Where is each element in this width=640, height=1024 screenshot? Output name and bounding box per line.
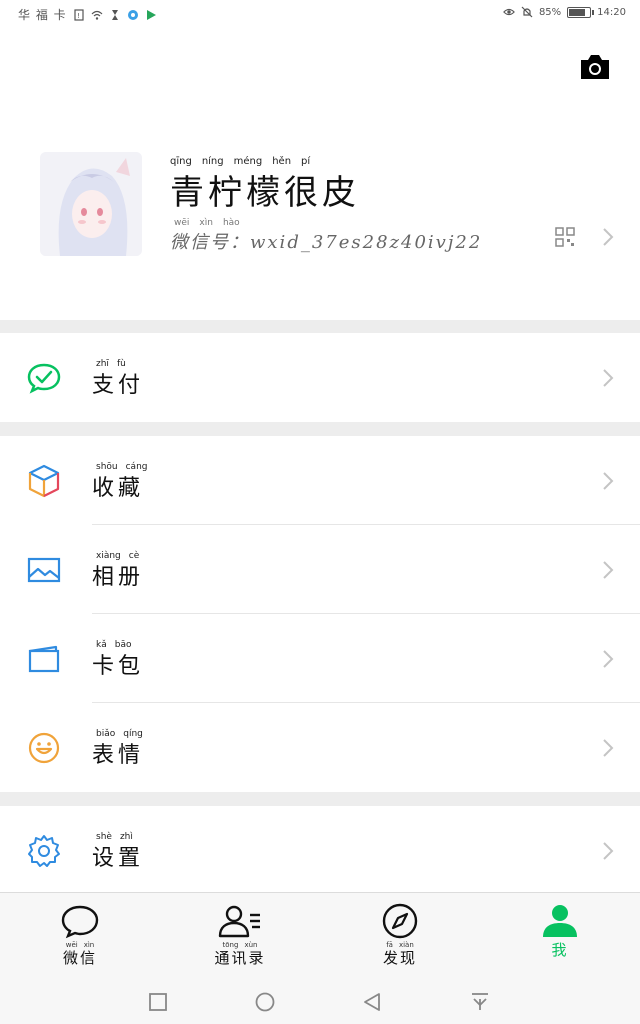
smiley-icon: [28, 732, 60, 764]
menu-label-favorites: shōu cáng 收藏: [92, 462, 148, 502]
menu-item-pay[interactable]: zhī fù 支付: [0, 333, 640, 422]
wechat-id-value: ：wxid_37es28z40ivj22: [230, 232, 483, 253]
app-notify-icon: [127, 9, 138, 20]
pinyin: hào: [222, 218, 240, 228]
section-divider: [0, 320, 640, 333]
menu-text: 卡包: [92, 654, 145, 679]
eye-icon: [503, 8, 515, 16]
person-icon: [543, 905, 577, 937]
tab-label: 微信: [62, 949, 97, 967]
cube-icon: [28, 464, 60, 498]
status-right: 85% 14:20: [503, 6, 626, 18]
clock: 14:20: [597, 6, 626, 18]
nickname: 青柠檬很皮: [170, 173, 360, 213]
chat-bubble-icon: [61, 905, 99, 939]
status-bar: 华 福 卡 ! 85% 14:20: [0, 0, 640, 30]
avatar-illustration: [40, 152, 142, 256]
menu-label-settings: shè zhì 设置: [92, 832, 144, 872]
menu-text: 支付: [92, 373, 145, 398]
menu-label-album: xiàng cè 相册: [92, 551, 144, 591]
pinyin: wēi: [174, 218, 190, 228]
wechat-id-label: 微信号: [170, 232, 230, 253]
menu-item-stickers[interactable]: biǎo qíng 表情: [0, 703, 640, 792]
battery-percent: 85%: [538, 6, 562, 18]
wifi-icon: [91, 10, 103, 20]
menu-item-favorites[interactable]: shōu cáng 收藏: [0, 436, 640, 525]
hourglass-icon: [111, 9, 118, 20]
menu-text: 表情: [92, 743, 145, 768]
svg-text:!: !: [77, 12, 81, 20]
gear-icon: [28, 835, 60, 867]
nickname-block: qīng níng méng hěn pí 青柠檬很皮: [170, 156, 360, 214]
chevron-right-icon: [603, 561, 614, 579]
play-store-icon: [146, 9, 156, 20]
tab-bar: wēi xìn 微信 tōng xùn 通讯录 fā xiàn 发现 我: [0, 892, 640, 973]
wechat-pay-icon: [27, 363, 61, 394]
menu-item-cards[interactable]: kǎ bāo 卡包: [0, 614, 640, 703]
tab-chats[interactable]: wēi xìn 微信: [40, 903, 120, 968]
home-icon[interactable]: [255, 992, 275, 1012]
tab-label: 发现: [382, 949, 417, 967]
menu-item-settings[interactable]: shè zhì 设置: [0, 806, 640, 892]
qr-code-icon[interactable]: [555, 227, 575, 247]
wallet-icon: [28, 645, 60, 673]
wechat-id-block[interactable]: wēi xìn hào 微信号：wxid_37es28z40ivj22: [170, 218, 482, 254]
system-nav-bar: [0, 972, 640, 1024]
chevron-right-icon: [603, 650, 614, 668]
chevron-right-icon: [603, 842, 614, 860]
menu-label-stickers: biǎo qíng 表情: [92, 729, 144, 769]
compass-icon: [382, 903, 418, 939]
pinyin: xìn: [199, 218, 213, 228]
status-left: 华 福 卡 !: [18, 6, 157, 23]
tab-discover[interactable]: fā xiàn 发现: [360, 903, 440, 968]
tab-label: 我: [551, 941, 569, 959]
back-icon[interactable]: [363, 993, 381, 1011]
image-icon: [27, 557, 61, 583]
camera-icon[interactable]: [578, 52, 612, 82]
carrier-text: 华 福 卡: [18, 8, 67, 22]
chevron-right-icon: [603, 739, 614, 757]
contacts-icon: [218, 905, 260, 938]
chevron-right-icon: [603, 472, 614, 490]
avatar[interactable]: [40, 152, 142, 256]
tab-contacts[interactable]: tōng xùn 通讯录: [200, 903, 280, 968]
section-divider: [0, 792, 640, 806]
menu-label-cards: kǎ bāo 卡包: [92, 640, 144, 680]
wechat-id-pinyin: wēi xìn hào: [174, 218, 482, 228]
tab-label: 通讯录: [214, 949, 266, 967]
tab-me[interactable]: 我: [520, 903, 600, 960]
sim-icon: !: [74, 8, 84, 21]
menu-text: 相册: [92, 565, 145, 590]
notification-pull-icon[interactable]: [471, 992, 489, 1012]
recents-icon[interactable]: [149, 993, 167, 1011]
profile-chevron-icon[interactable]: [602, 227, 614, 247]
chevron-right-icon: [603, 369, 614, 387]
menu-text: 收藏: [92, 476, 145, 501]
menu-text: 设置: [92, 846, 145, 871]
wechat-id: 微信号：wxid_37es28z40ivj22: [170, 228, 482, 254]
section-divider: [0, 422, 640, 436]
menu-item-album[interactable]: xiàng cè 相册: [0, 525, 640, 614]
battery-icon: [567, 6, 595, 18]
menu-label-pay: zhī fù 支付: [92, 359, 144, 399]
mute-bell-icon: [521, 6, 533, 18]
